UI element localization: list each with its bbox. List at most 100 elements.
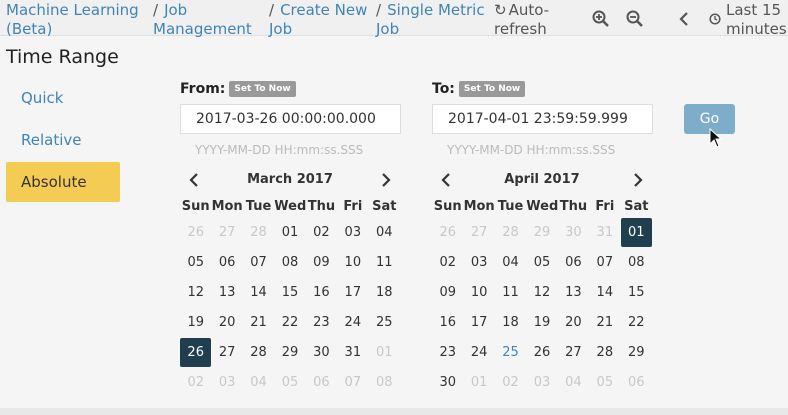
calendar-day[interactable]: 24 — [337, 307, 368, 337]
calendar-day[interactable]: 03 — [211, 367, 242, 397]
calendar-day[interactable]: 12 — [180, 277, 211, 307]
calendar-day-selected[interactable]: 01 — [620, 217, 652, 247]
calendar-day[interactable]: 30 — [306, 337, 337, 367]
calendar-day[interactable]: 14 — [243, 277, 274, 307]
calendar-day[interactable]: 18 — [495, 307, 526, 337]
calendar-day[interactable]: 08 — [369, 367, 400, 397]
calendar-day[interactable]: 05 — [274, 367, 305, 397]
calendar-day[interactable]: 26 — [180, 217, 211, 247]
breadcrumb-item-job-management[interactable]: / Job Management — [153, 1, 268, 39]
calendar-next-month-button[interactable] — [632, 172, 644, 188]
auto-refresh-button[interactable]: ↻ Auto-refresh — [494, 1, 564, 39]
calendar-day[interactable]: 02 — [432, 247, 463, 277]
from-datetime-input[interactable] — [180, 104, 401, 134]
calendar-day[interactable]: 06 — [211, 247, 242, 277]
previous-range-button[interactable] — [678, 10, 696, 28]
calendar-day[interactable]: 29 — [621, 337, 652, 367]
calendar-day[interactable]: 23 — [306, 307, 337, 337]
calendar-day[interactable]: 06 — [621, 367, 652, 397]
calendar-day[interactable]: 14 — [589, 277, 620, 307]
calendar-day[interactable]: 20 — [558, 307, 589, 337]
calendar-day[interactable]: 12 — [526, 277, 557, 307]
calendar-day[interactable]: 05 — [589, 367, 620, 397]
breadcrumb-link[interactable]: Machine Learning (Beta) — [6, 1, 139, 38]
calendar-day[interactable]: 07 — [337, 367, 368, 397]
calendar-day[interactable]: 15 — [274, 277, 305, 307]
time-range-picker-toggle[interactable]: Last 15 minutes — [709, 1, 788, 39]
calendar-day[interactable]: 08 — [621, 247, 652, 277]
calendar-day[interactable]: 27 — [558, 337, 589, 367]
calendar-day[interactable]: 27 — [211, 217, 242, 247]
calendar-day[interactable]: 04 — [369, 217, 400, 247]
breadcrumb-item-ml[interactable]: Machine Learning (Beta) — [6, 1, 146, 39]
calendar-day[interactable]: 27 — [211, 337, 242, 367]
calendar-day[interactable]: 17 — [337, 277, 368, 307]
calendar-day[interactable]: 22 — [274, 307, 305, 337]
calendar-day[interactable]: 02 — [306, 217, 337, 247]
calendar-day[interactable]: 04 — [495, 247, 526, 277]
calendar-day[interactable]: 30 — [432, 367, 463, 397]
calendar-day[interactable]: 31 — [589, 217, 620, 247]
calendar-day[interactable]: 26 — [526, 337, 557, 367]
breadcrumb-item-single-metric-job[interactable]: / Single Metric Job — [376, 1, 486, 39]
calendar-day[interactable]: 16 — [306, 277, 337, 307]
calendar-day[interactable]: 06 — [558, 247, 589, 277]
breadcrumb-link[interactable]: Job Management — [153, 1, 252, 38]
calendar-day[interactable]: 29 — [274, 337, 305, 367]
calendar-day[interactable]: 05 — [180, 247, 211, 277]
calendar-day[interactable]: 08 — [274, 247, 305, 277]
zoom-out-button[interactable] — [626, 10, 644, 28]
calendar-day[interactable]: 16 — [432, 307, 463, 337]
calendar-day[interactable]: 01 — [274, 217, 305, 247]
calendar-day[interactable]: 29 — [526, 217, 557, 247]
calendar-day[interactable]: 23 — [432, 337, 463, 367]
calendar-day[interactable]: 20 — [211, 307, 242, 337]
calendar-day[interactable]: 02 — [495, 367, 526, 397]
calendar-day[interactable]: 17 — [463, 307, 494, 337]
calendar-day[interactable]: 31 — [337, 337, 368, 367]
calendar-day[interactable]: 28 — [495, 217, 526, 247]
calendar-day[interactable]: 19 — [526, 307, 557, 337]
calendar-day[interactable]: 11 — [495, 277, 526, 307]
calendar-day[interactable]: 07 — [243, 247, 274, 277]
calendar-day[interactable]: 06 — [306, 367, 337, 397]
calendar-day[interactable]: 03 — [526, 367, 557, 397]
calendar-day[interactable]: 21 — [589, 307, 620, 337]
calendar-day[interactable]: 18 — [369, 277, 400, 307]
calendar-day[interactable]: 15 — [621, 277, 652, 307]
mode-relative[interactable]: Relative — [6, 120, 120, 160]
breadcrumb-link[interactable]: Single Metric Job — [376, 1, 485, 38]
breadcrumb-link[interactable]: Create New Job — [269, 1, 367, 38]
calendar-day[interactable]: 26 — [432, 217, 463, 247]
calendar-day[interactable]: 09 — [306, 247, 337, 277]
calendar-day[interactable]: 01 — [463, 367, 494, 397]
calendar-day[interactable]: 13 — [211, 277, 242, 307]
calendar-day[interactable]: 03 — [463, 247, 494, 277]
calendar-day[interactable]: 10 — [463, 277, 494, 307]
calendar-day[interactable]: 27 — [463, 217, 494, 247]
calendar-day[interactable]: 30 — [558, 217, 589, 247]
calendar-day[interactable]: 11 — [369, 247, 400, 277]
calendar-next-month-button[interactable] — [380, 172, 392, 188]
calendar-day[interactable]: 07 — [589, 247, 620, 277]
mode-quick[interactable]: Quick — [6, 78, 120, 118]
calendar-day[interactable]: 03 — [337, 217, 368, 247]
calendar-day[interactable]: 13 — [558, 277, 589, 307]
calendar-day[interactable]: 09 — [432, 277, 463, 307]
mode-absolute[interactable]: Absolute — [6, 162, 120, 202]
calendar-day[interactable]: 28 — [243, 337, 274, 367]
zoom-in-button[interactable] — [592, 10, 610, 28]
calendar-day[interactable]: 25 — [369, 307, 400, 337]
calendar-day[interactable]: 25 — [495, 337, 526, 367]
calendar-day[interactable]: 19 — [180, 307, 211, 337]
calendar-day[interactable]: 01 — [369, 337, 400, 367]
to-datetime-input[interactable] — [432, 104, 653, 134]
calendar-day[interactable]: 05 — [526, 247, 557, 277]
from-set-to-now-button[interactable]: Set To Now — [229, 81, 296, 97]
calendar-day[interactable]: 04 — [243, 367, 274, 397]
calendar-day[interactable]: 02 — [180, 367, 211, 397]
calendar-day[interactable]: 22 — [621, 307, 652, 337]
calendar-day[interactable]: 28 — [589, 337, 620, 367]
calendar-day[interactable]: 10 — [337, 247, 368, 277]
to-set-to-now-button[interactable]: Set To Now — [458, 81, 526, 97]
